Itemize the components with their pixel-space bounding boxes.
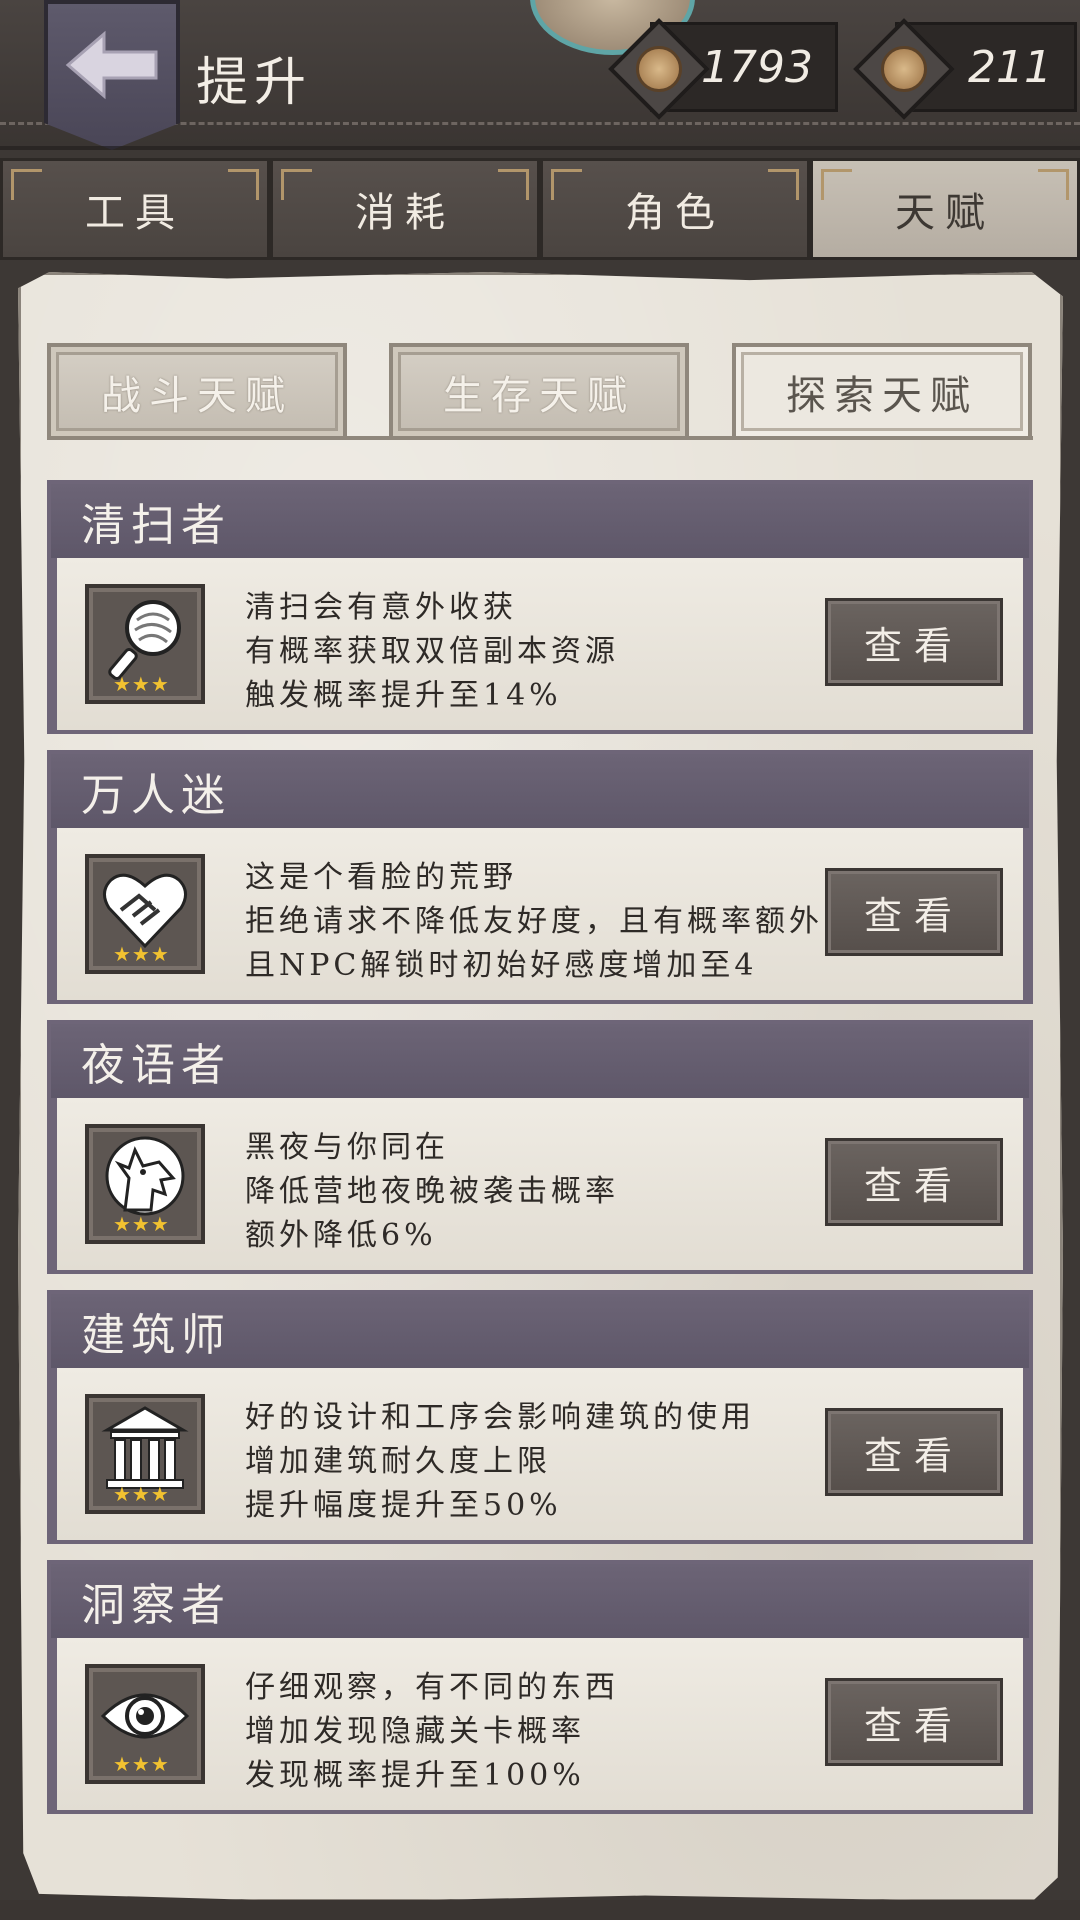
talent-card-observer: 洞察者 ★★★ 仔细观察，有不同的东西 增加发现隐藏关卡概率 发现概率提升至10… [47,1560,1033,1814]
talent-card-night-whisperer: 夜语者 ★★★ 黑夜与你同在 降低营地夜晚被袭击概率 额外降低6% 查看 [47,1020,1033,1274]
tab-consumables[interactable]: 消耗 [270,158,540,260]
view-button[interactable]: 查看 [825,1138,1003,1226]
eye-icon: ★★★ [85,1664,205,1784]
tab-tools[interactable]: 工具 [0,158,270,260]
tab-talents[interactable]: 天赋 [810,158,1080,260]
talent-name: 清扫者 [51,484,1029,558]
subtab-divider [47,436,1033,440]
view-button[interactable]: 查看 [825,1408,1003,1496]
handshake-heart-icon: ★★★ [85,854,205,974]
talent-card-architect: 建筑师 ★★★ 好的设计和工序会影响建筑的使用 增加建筑耐久度上限 提升幅度提升… [47,1290,1033,1544]
tab-characters[interactable]: 角色 [540,158,810,260]
subtab-exploration-talents[interactable]: 探索天赋 [732,343,1032,440]
back-button[interactable] [44,0,180,150]
talent-name: 洞察者 [51,1564,1029,1638]
talent-name: 万人迷 [51,754,1029,828]
main-tabs: 工具 消耗 角色 天赋 [0,158,1080,260]
view-button[interactable]: 查看 [825,1678,1003,1766]
token-value: 211 [968,41,1052,93]
talent-description: 黑夜与你同在 降低营地夜晚被袭击概率 额外降低6% [245,1130,619,1253]
talent-name: 夜语者 [51,1024,1029,1098]
currency-token: 211 [853,18,1077,120]
star-rating: ★★★ [113,1482,170,1506]
talent-description: 清扫会有意外收获 有概率获取双倍副本资源 触发概率提升至14% [245,590,619,713]
magnifier-icon: ★★★ [85,584,205,704]
bottom-border [0,1900,1080,1920]
star-rating: ★★★ [113,942,170,966]
page-title: 提升 [196,53,313,113]
subtab-combat-talents[interactable]: 战斗天赋 [47,343,347,440]
subtab-survival-talents[interactable]: 生存天赋 [389,343,689,440]
coin-value: 1793 [701,41,813,93]
star-rating: ★★★ [113,1752,170,1776]
talent-description: 好的设计和工序会影响建筑的使用 增加建筑耐久度上限 提升幅度提升至50% [245,1400,755,1523]
star-rating: ★★★ [113,1212,170,1236]
talent-description: 这是个看脸的荒野 拒绝请求不降低友好度，且有概率额外 且NPC解锁时初始好感度增… [245,860,823,983]
talent-description: 仔细观察，有不同的东西 增加发现隐藏关卡概率 发现概率提升至100% [245,1670,619,1793]
building-icon: ★★★ [85,1394,205,1514]
currency-coin: 1793 [608,18,838,120]
wolf-icon: ★★★ [85,1124,205,1244]
talent-card-charmer: 万人迷 ★★★ 这是个看脸的荒野 拒绝请求不降低友好度，且有概率额外 且NPC解… [47,750,1033,1004]
back-arrow-icon [65,30,158,100]
talent-name: 建筑师 [51,1294,1029,1368]
star-rating: ★★★ [113,672,170,696]
view-button[interactable]: 查看 [825,868,1003,956]
talent-card-sweeper: 清扫者 ★★★ 清扫会有意外收获 有概率获取双倍副本资源 触发概率提升至14% … [47,480,1033,734]
view-button[interactable]: 查看 [825,598,1003,686]
